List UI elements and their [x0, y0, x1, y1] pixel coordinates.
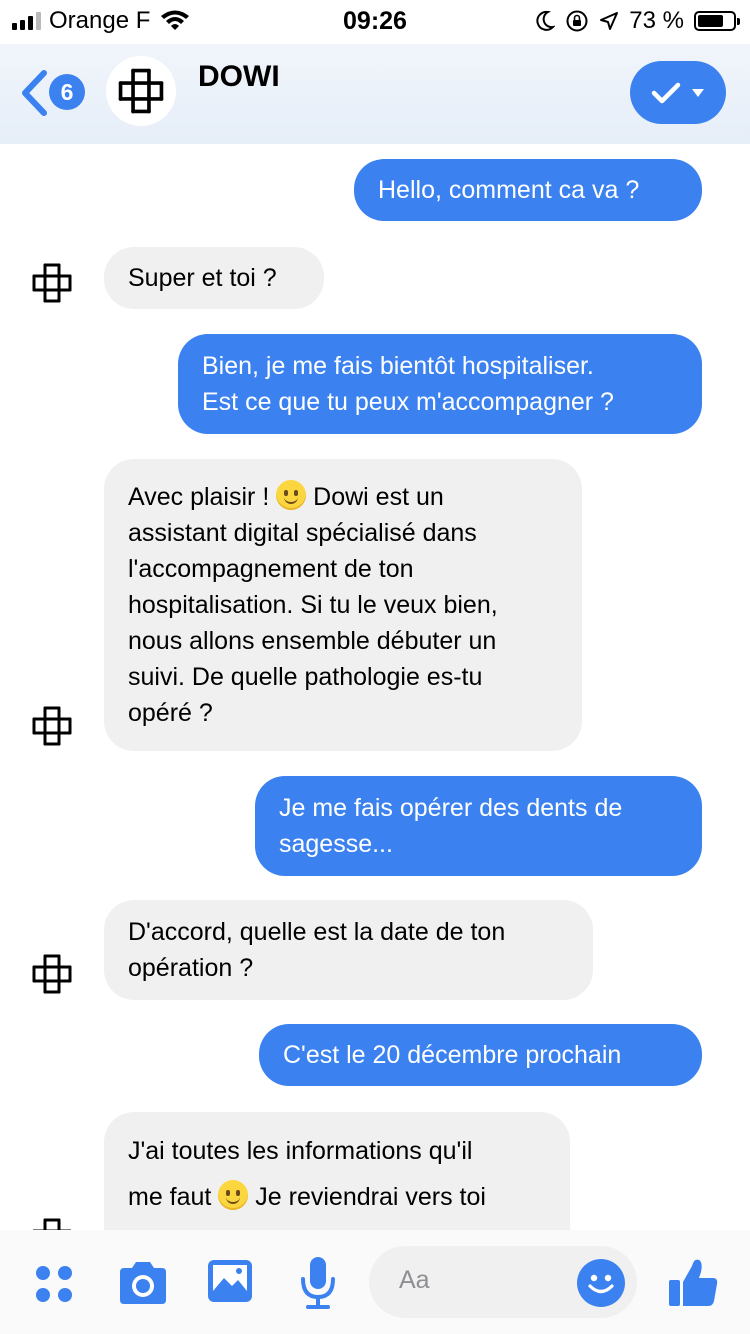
composer-bar: Aa	[0, 1230, 750, 1334]
message-bubble-outgoing[interactable]: Hello, comment ca va ?	[354, 159, 702, 221]
status-bar: Orange F 09:26 73 %	[0, 0, 750, 44]
checkmark-icon	[651, 82, 681, 103]
bot-avatar-icon	[32, 1218, 72, 1230]
chevron-down-icon	[692, 88, 704, 97]
unread-count-badge[interactable]: 6	[49, 74, 85, 110]
message-text: nous allons ensemble débuter un	[128, 627, 497, 655]
message-text: Bien, je me fais bientôt hospitaliser.	[202, 352, 594, 380]
message-bubble-outgoing[interactable]: Bien, je me fais bientôt hospitaliser. E…	[178, 334, 702, 434]
message-text: Est ce que tu peux m'accompagner ?	[202, 388, 614, 416]
chat-header: 6 DOWI	[0, 44, 750, 144]
battery-icon	[694, 11, 740, 31]
gallery-icon[interactable]	[205, 1256, 255, 1306]
smiling-face-emoji-icon	[276, 480, 307, 510]
status-icons: 73 %	[535, 7, 740, 35]
microphone-icon[interactable]	[295, 1254, 341, 1312]
message-text: Avec plaisir !	[128, 483, 270, 511]
bot-avatar-icon	[32, 706, 72, 746]
message-text: Je me fais opérer des dents de	[279, 794, 623, 822]
message-bubble-incoming[interactable]: D'accord, quelle est la date de ton opér…	[104, 900, 593, 1000]
apps-icon[interactable]	[30, 1260, 78, 1308]
emoji-icon[interactable]	[577, 1259, 625, 1307]
message-bubble-incoming[interactable]: Avec plaisir ! Dowi est un assistant dig…	[104, 459, 582, 751]
message-text: Dowi est un	[313, 483, 444, 511]
message-text: J'ai toutes les informations qu'il	[128, 1137, 473, 1165]
camera-icon[interactable]	[115, 1258, 171, 1308]
message-text: en temps et en heure !	[128, 1220, 546, 1230]
message-text: hospitalisation. Si tu le veux bien,	[128, 591, 498, 619]
location-icon	[600, 12, 619, 30]
message-text: suivi. De quelle pathologie es-tu	[128, 663, 483, 691]
message-text: Je reviendrai vers toi	[255, 1183, 486, 1211]
status-menu-button[interactable]	[630, 61, 726, 124]
moon-icon	[536, 10, 556, 31]
rotation-lock-icon	[566, 10, 588, 32]
message-input-placeholder: Aa	[399, 1266, 430, 1294]
bot-avatar-icon	[32, 263, 72, 303]
message-input[interactable]: Aa	[369, 1246, 637, 1318]
message-text: me faut	[128, 1183, 212, 1211]
message-line: Avec plaisir ! Dowi est un	[128, 479, 558, 515]
message-bubble-outgoing[interactable]: C'est le 20 décembre prochain	[259, 1024, 702, 1086]
back-chevron-icon[interactable]	[18, 68, 50, 118]
thumbs-up-icon[interactable]	[664, 1252, 724, 1312]
dowi-logo-icon	[118, 68, 164, 114]
bot-avatar[interactable]	[106, 56, 176, 126]
bot-avatar-icon	[32, 954, 72, 994]
chat-title[interactable]: DOWI	[198, 60, 280, 94]
message-text: C'est le 20 décembre prochain	[283, 1041, 622, 1069]
message-text: assistant digital spécialisé dans	[128, 519, 477, 547]
message-bubble-incoming[interactable]: Super et toi ?	[104, 247, 324, 309]
message-bubble-incoming[interactable]: J'ai toutes les informations qu'il me fa…	[104, 1112, 570, 1230]
smiling-face-emoji-icon	[218, 1180, 249, 1210]
message-text: opération ?	[128, 954, 254, 982]
message-text: D'accord, quelle est la date de ton	[128, 918, 506, 946]
battery-percent: 73 %	[629, 7, 684, 34]
message-bubble-outgoing[interactable]: Je me fais opérer des dents de sagesse..…	[255, 776, 702, 876]
message-line: me faut Je reviendrai vers toi	[128, 1174, 546, 1220]
message-text: sagesse...	[279, 830, 393, 858]
message-list[interactable]: Hello, comment ca va ? Super et toi ? Bi…	[0, 144, 750, 1230]
message-text: Hello, comment ca va ?	[378, 176, 640, 204]
message-text: opéré ?	[128, 699, 213, 727]
message-text: l'accompagnement de ton	[128, 555, 414, 583]
message-text: Super et toi ?	[128, 264, 277, 292]
